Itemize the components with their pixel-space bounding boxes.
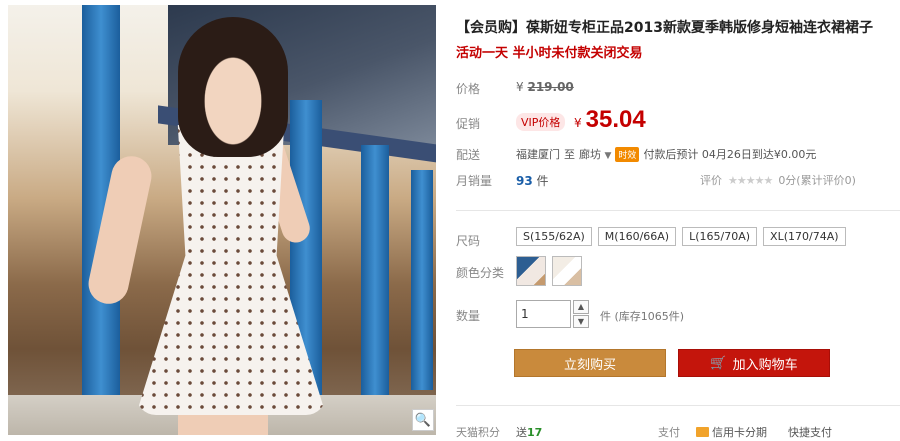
price-label: 价格 xyxy=(456,82,481,96)
buy-now-button[interactable]: 立刻购买 xyxy=(514,349,666,377)
size-option[interactable]: L(165/70A) xyxy=(682,227,758,246)
promo-text: 活动一天 半小时未付款关闭交易 xyxy=(456,46,643,61)
shipping-label: 配送 xyxy=(456,148,481,162)
original-price: ¥ 219.00 xyxy=(516,80,574,94)
zoom-icon[interactable]: 🔍 xyxy=(412,409,434,431)
current-price: ¥35.04 xyxy=(574,106,646,134)
photo-model-head xyxy=(178,17,288,157)
footer-row: 天猫积分 送17 支付 信用卡分期 快捷支付 xyxy=(456,424,900,440)
color-options xyxy=(516,256,582,286)
cart-icon: 🛒 xyxy=(710,355,727,371)
decrement-icon[interactable]: ▼ xyxy=(573,314,589,328)
monthly-sales-label: 月销量 xyxy=(456,174,493,188)
timely-badge: 时效 xyxy=(615,146,640,162)
chevron-down-icon: ▼ xyxy=(604,151,612,161)
points-prefix: 送 xyxy=(516,426,527,439)
points: 送17 xyxy=(516,424,542,440)
current-price-value: 35.04 xyxy=(585,106,646,133)
promo-price-label: 促销 xyxy=(456,117,481,131)
credit-card-icon xyxy=(696,427,709,437)
currency-symbol: ¥ xyxy=(574,116,582,130)
size-option[interactable]: S(155/62A) xyxy=(516,227,592,246)
buy-now-label: 立刻购买 xyxy=(563,357,616,373)
points-value: 17 xyxy=(527,426,543,439)
color-swatch[interactable] xyxy=(516,256,546,286)
ship-to-word: 至 xyxy=(564,148,575,161)
size-option[interactable]: M(160/66A) xyxy=(597,227,677,246)
size-label: 尺码 xyxy=(456,234,481,248)
add-to-cart-button[interactable]: 🛒 加入购物车 xyxy=(678,349,830,377)
divider xyxy=(456,405,900,406)
product-photo[interactable]: 🔍 xyxy=(8,5,436,435)
rating: 评价 ★★★★★ 0分(累计评价0) xyxy=(700,172,856,188)
delivery-estimate: 付款后预计 04月26日到达¥0.00元 xyxy=(643,148,817,161)
monthly-sales-count: 93 xyxy=(516,174,533,188)
rating-label: 评价 xyxy=(700,174,722,187)
points-label: 天猫积分 xyxy=(456,426,500,439)
vip-badge: VIP价格 xyxy=(516,113,566,131)
divider xyxy=(456,210,900,211)
stock-info: 件 (库存1065件) xyxy=(600,310,685,323)
credit-card-installment[interactable]: 信用卡分期 xyxy=(696,424,767,440)
currency-symbol: ¥ xyxy=(516,80,524,94)
rating-text[interactable]: 0分(累计评价0) xyxy=(778,172,856,188)
destination-select[interactable]: 廊坊 ▼ xyxy=(579,146,611,162)
product-title: 【会员购】葆斯妞专柜正品2013新款夏季韩版修身短袖连衣裙裙子 xyxy=(456,20,873,36)
size-options: S(155/62A) M(160/66A) L(165/70A) XL(170/… xyxy=(516,227,846,246)
shipping-row: 福建厦门 至 廊坊 ▼ 时效 付款后预计 04月26日到达¥0.00元 xyxy=(516,146,816,162)
photo-pillar xyxy=(361,145,389,405)
quantity-stepper: ▲ ▼ xyxy=(573,300,589,328)
quick-pay[interactable]: 快捷支付 xyxy=(788,424,832,440)
monthly-sales: 93 件 xyxy=(516,172,549,189)
photo-pillar xyxy=(411,170,433,390)
pay-label: 支付 xyxy=(658,426,680,439)
quantity-input[interactable]: 1 xyxy=(516,300,571,328)
ship-from: 福建厦门 xyxy=(516,148,560,161)
add-to-cart-label: 加入购物车 xyxy=(732,357,798,373)
original-price-value: 219.00 xyxy=(527,80,574,94)
color-label: 颜色分类 xyxy=(456,266,505,280)
credit-card-label: 信用卡分期 xyxy=(712,426,767,439)
increment-icon[interactable]: ▲ xyxy=(573,300,589,314)
color-swatch[interactable] xyxy=(552,256,582,286)
quantity-label: 数量 xyxy=(456,309,481,323)
destination-value: 廊坊 xyxy=(579,148,601,161)
size-option[interactable]: XL(170/74A) xyxy=(763,227,846,246)
rating-stars-icon: ★★★★★ xyxy=(728,173,773,187)
monthly-sales-unit: 件 xyxy=(536,174,549,188)
